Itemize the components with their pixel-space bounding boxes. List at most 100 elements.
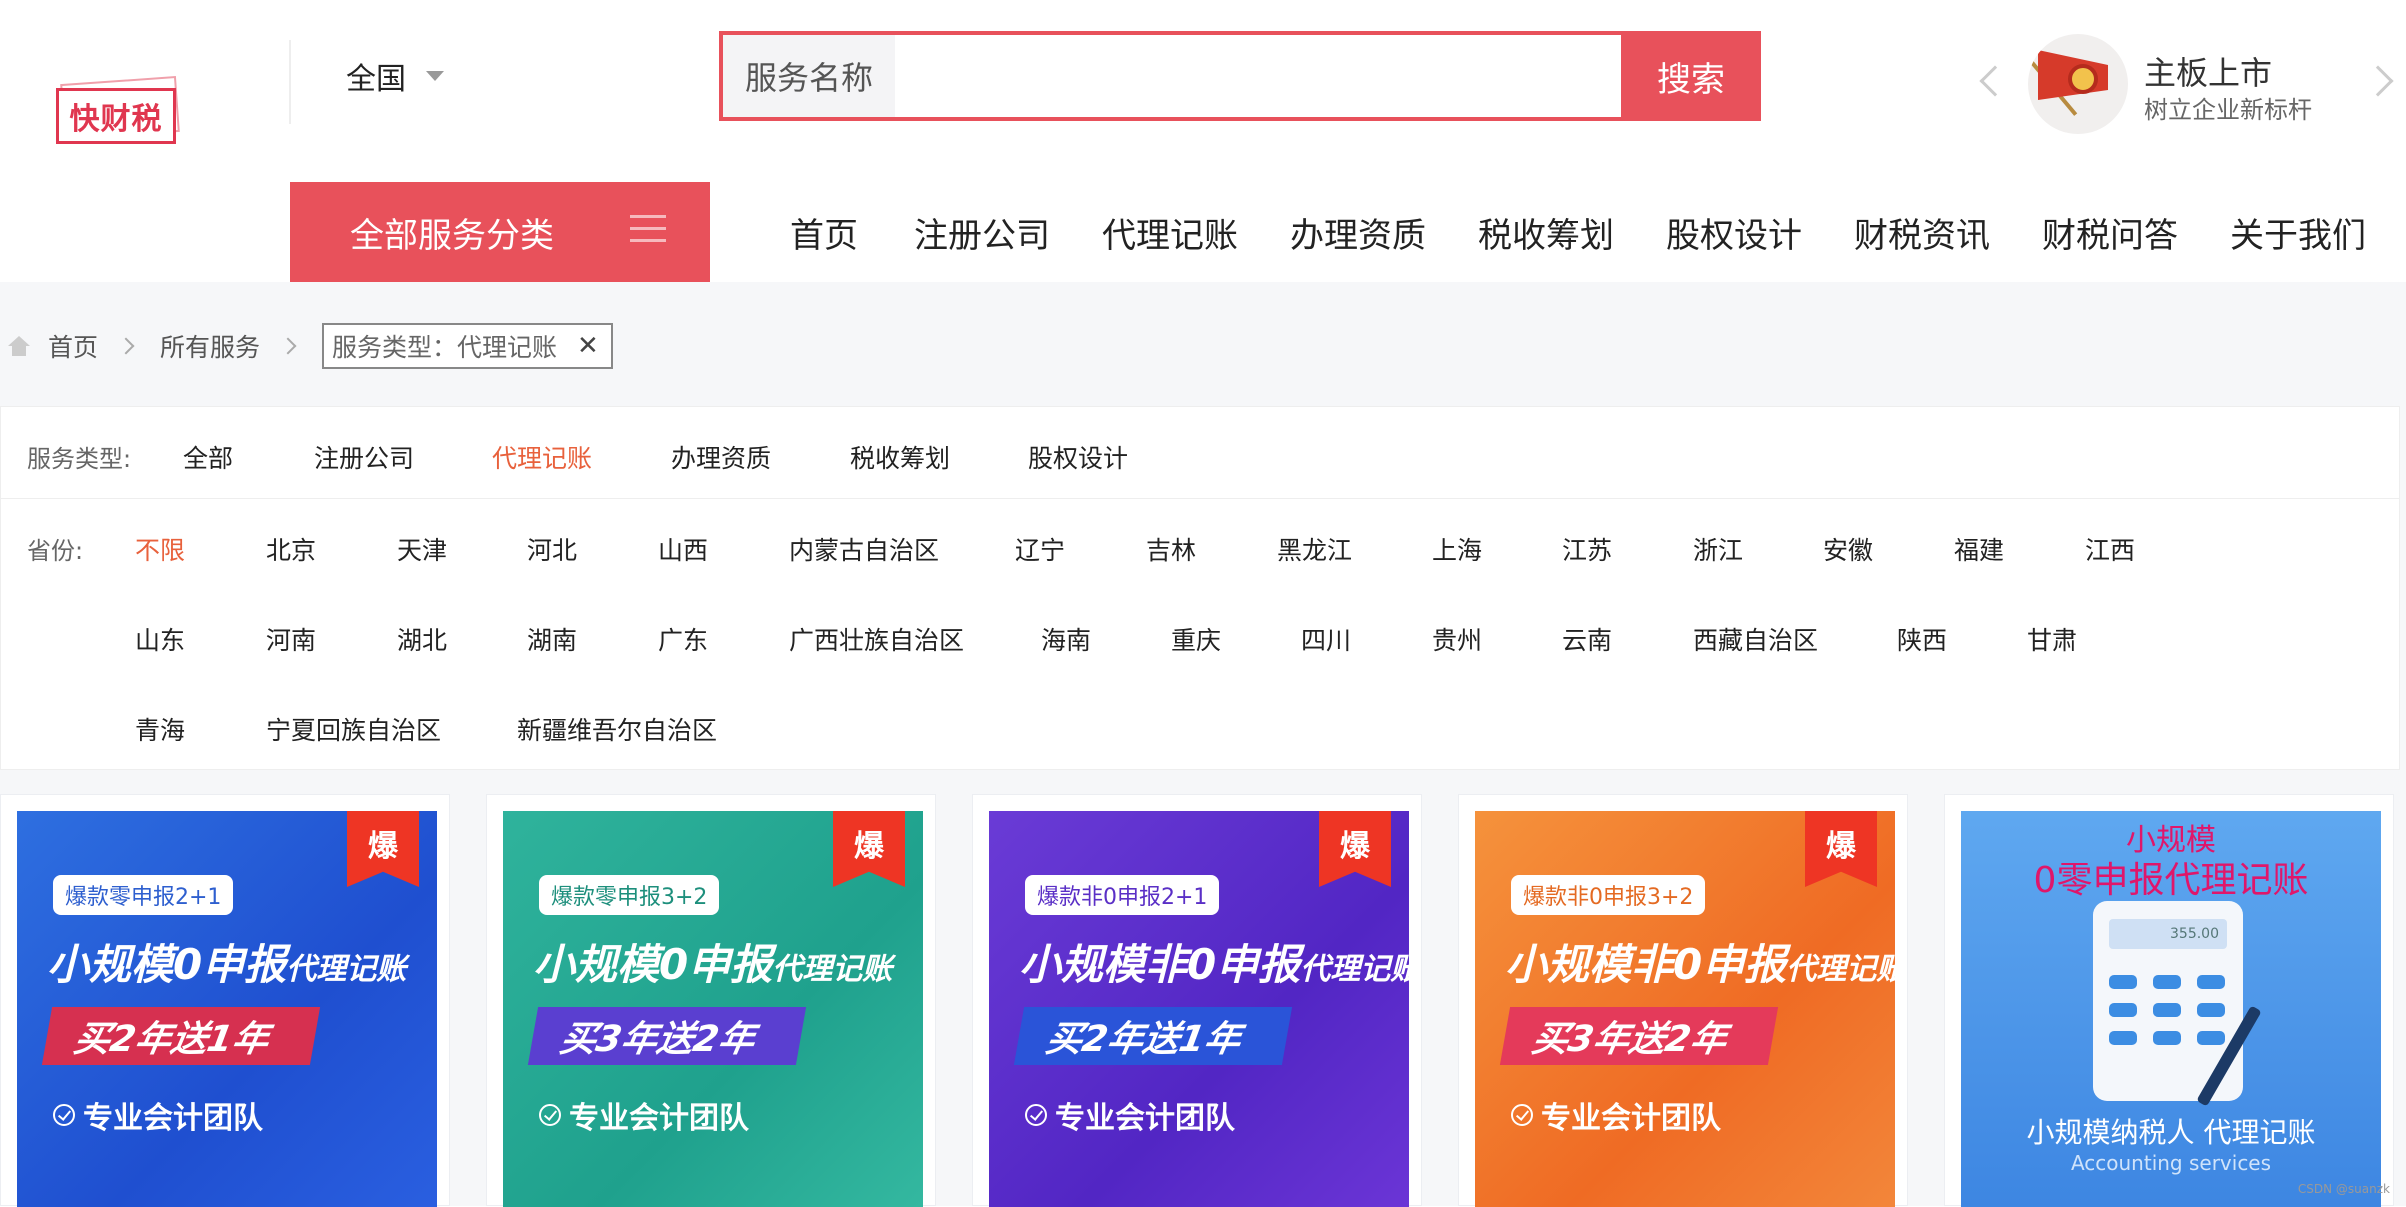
province-label: 省份: <box>27 537 84 565</box>
product-title-sub: 代理记账 <box>772 952 893 987</box>
product-banner[interactable]: 小规模 0零申报代理记账 355.00 小规模纳税人 代理记账 Accounti… <box>1961 811 2381 1207</box>
product-title-sub: 代理记账 <box>1786 952 1895 987</box>
province-option[interactable]: 四川 <box>1301 621 1351 657</box>
province-option[interactable]: 宁夏回族自治区 <box>266 711 441 747</box>
product-banner[interactable]: 爆 爆款零申报3+2 小规模0申报代理记账 买3年送2年 专业会计团队 <box>503 811 923 1207</box>
nav-item-news[interactable]: 财税资讯 <box>1854 182 1990 282</box>
province-option[interactable]: 山东 <box>135 621 185 657</box>
product-feature-label: 专业会计团队 <box>1055 1101 1235 1136</box>
service-option[interactable]: 注册公司 <box>314 439 414 475</box>
product-tag: 爆款零申报2+1 <box>53 875 234 915</box>
product-card[interactable]: 爆 爆款非0申报2+1 小规模非0申报代理记账 买2年送1年 专业会计团队 <box>972 794 1422 1207</box>
chevron-right-icon <box>117 337 135 355</box>
breadcrumb-home[interactable]: 首页 <box>48 328 98 364</box>
province-option[interactable]: 甘肃 <box>2027 621 2077 657</box>
search-category-label[interactable]: 服务名称 <box>723 35 895 117</box>
product-offer: 买3年送2年 <box>527 1007 807 1065</box>
product-title: 小规模非0申报代理记账 <box>1505 931 1895 992</box>
province-option[interactable]: 广东 <box>658 621 708 657</box>
nav-item-about[interactable]: 关于我们 <box>2230 182 2366 282</box>
product-title-sub: 代理记账 <box>1300 952 1409 987</box>
province-option[interactable]: 新疆维吾尔自治区 <box>517 711 717 747</box>
province-option[interactable]: 江苏 <box>1562 531 1612 567</box>
service-option[interactable]: 办理资质 <box>671 439 771 475</box>
province-option[interactable]: 浙江 <box>1693 531 1743 567</box>
province-option[interactable]: 贵州 <box>1432 621 1482 657</box>
province-option[interactable]: 海南 <box>1041 621 1091 657</box>
province-option[interactable]: 吉林 <box>1146 531 1196 567</box>
product-title-main: 小规模非0申报 <box>1019 940 1301 989</box>
service-option[interactable]: 股权设计 <box>1028 439 1128 475</box>
province-option[interactable]: 天津 <box>397 531 447 567</box>
all-categories-button[interactable]: 全部服务分类 <box>290 182 710 282</box>
service-option[interactable]: 全部 <box>183 439 233 475</box>
province-option[interactable]: 黑龙江 <box>1277 531 1352 567</box>
service-option-active[interactable]: 代理记账 <box>492 439 592 475</box>
province-option[interactable]: 上海 <box>1432 531 1482 567</box>
product-feature-label: 专业会计团队 <box>1541 1101 1721 1136</box>
site-logo[interactable]: 快财税 <box>56 76 182 148</box>
province-option[interactable]: 安徽 <box>1823 531 1873 567</box>
city-label: 全国 <box>346 62 406 97</box>
province-option[interactable]: 云南 <box>1562 621 1612 657</box>
check-icon <box>53 1104 75 1126</box>
hot-badge: 爆 <box>347 811 419 887</box>
nav-item-register[interactable]: 注册公司 <box>914 182 1050 282</box>
caret-down-icon <box>426 71 444 81</box>
product-card[interactable]: 小规模 0零申报代理记账 355.00 小规模纳税人 代理记账 Accounti… <box>1944 794 2394 1207</box>
province-option[interactable]: 湖北 <box>397 621 447 657</box>
promo-prev-button[interactable] <box>1979 65 2011 97</box>
product-feature-label: 专业会计团队 <box>569 1101 749 1136</box>
nav-item-home[interactable]: 首页 <box>790 182 858 282</box>
province-option[interactable]: 辽宁 <box>1015 531 1065 567</box>
chevron-left-icon <box>1979 65 2011 97</box>
promo-next-button[interactable] <box>2362 65 2394 97</box>
nav-item-qualification[interactable]: 办理资质 <box>1290 182 1426 282</box>
promo-title[interactable]: 主板上市 <box>2144 48 2272 94</box>
province-option[interactable]: 河北 <box>527 531 577 567</box>
breadcrumb: 首页 所有服务 服务类型：代理记账 ✕ <box>8 322 613 370</box>
product-card[interactable]: 爆 爆款零申报3+2 小规模0申报代理记账 买3年送2年 专业会计团队 <box>486 794 936 1207</box>
service-option[interactable]: 税收筹划 <box>850 439 950 475</box>
province-option[interactable]: 广西壮族自治区 <box>789 621 964 657</box>
product-footer-en: Accounting services <box>2070 1151 2272 1175</box>
product-offer: 买2年送1年 <box>1013 1007 1293 1065</box>
province-option[interactable]: 重庆 <box>1171 621 1221 657</box>
menu-list-icon <box>630 215 666 245</box>
province-option[interactable]: 北京 <box>266 531 316 567</box>
search-input[interactable] <box>895 35 1621 117</box>
nav-item-bookkeeping[interactable]: 代理记账 <box>1102 182 1238 282</box>
product-tag: 爆款非0申报3+2 <box>1511 875 1706 915</box>
product-card[interactable]: 爆 爆款非0申报3+2 小规模非0申报代理记账 买3年送2年 专业会计团队 <box>1458 794 1908 1207</box>
search-button[interactable]: 搜索 <box>1621 31 1761 121</box>
close-icon[interactable]: ✕ <box>577 331 599 361</box>
product-banner[interactable]: 爆 爆款非0申报2+1 小规模非0申报代理记账 买2年送1年 专业会计团队 <box>989 811 1409 1207</box>
province-option[interactable]: 江西 <box>2085 531 2135 567</box>
home-icon <box>8 336 30 356</box>
breadcrumb-all-services[interactable]: 所有服务 <box>160 328 260 364</box>
province-option[interactable]: 湖南 <box>527 621 577 657</box>
product-banner[interactable]: 爆 爆款非0申报3+2 小规模非0申报代理记账 买3年送2年 专业会计团队 <box>1475 811 1895 1207</box>
city-selector[interactable]: 全国 <box>346 54 444 98</box>
check-icon <box>1511 1104 1533 1126</box>
province-option[interactable]: 陕西 <box>1897 621 1947 657</box>
province-option[interactable]: 内蒙古自治区 <box>789 531 939 567</box>
province-option[interactable]: 福建 <box>1954 531 2004 567</box>
product-title-sub: 代理记账 <box>286 952 407 987</box>
product-card[interactable]: 爆 爆款零申报2+1 小规模0申报代理记账 买2年送1年 专业会计团队 <box>0 794 450 1207</box>
product-title-main: 小规模0申报 <box>533 940 773 989</box>
province-option[interactable]: 青海 <box>135 711 185 747</box>
province-option[interactable]: 山西 <box>658 531 708 567</box>
nav-item-qa[interactable]: 财税问答 <box>2042 182 2178 282</box>
product-feature: 专业会计团队 <box>1025 1093 1235 1137</box>
product-banner[interactable]: 爆 爆款零申报2+1 小规模0申报代理记账 买2年送1年 专业会计团队 <box>17 811 437 1207</box>
province-option[interactable]: 西藏自治区 <box>1693 621 1818 657</box>
filter-panel: 服务类型: 全部 注册公司 代理记账 办理资质 税收筹划 股权设计 省份: 不限… <box>0 406 2400 770</box>
province-option[interactable]: 河南 <box>266 621 316 657</box>
hot-badge: 爆 <box>1319 811 1391 887</box>
province-option-active[interactable]: 不限 <box>135 531 185 567</box>
nav-item-tax-planning[interactable]: 税收筹划 <box>1478 182 1614 282</box>
nav-item-equity[interactable]: 股权设计 <box>1666 182 1802 282</box>
product-feature-label: 专业会计团队 <box>83 1101 263 1136</box>
hot-badge: 爆 <box>833 811 905 887</box>
